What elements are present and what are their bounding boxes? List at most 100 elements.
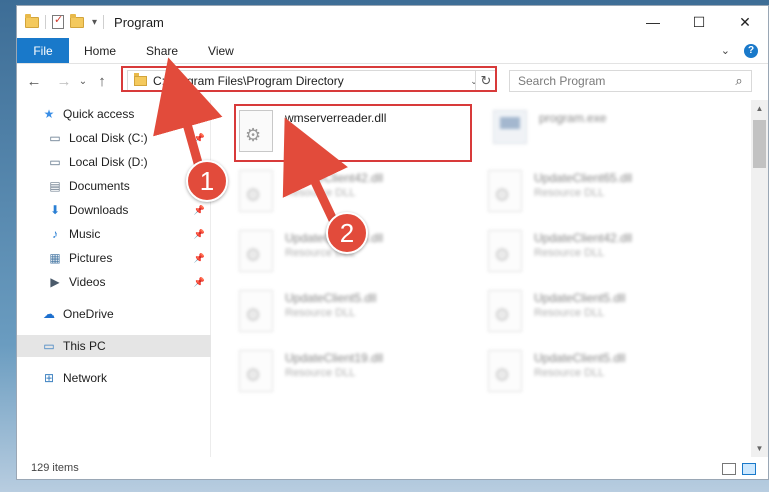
search-box[interactable]: ⌕ [509, 70, 752, 92]
dll-file-icon [239, 230, 273, 272]
minimize-button[interactable]: — [630, 6, 676, 38]
forward-icon[interactable]: → [53, 73, 75, 90]
sidebar-item-onedrive[interactable]: ☁ OneDrive [17, 303, 211, 325]
music-icon: ♪ [52, 227, 58, 241]
window-controls: — ☐ ✕ [630, 6, 768, 38]
sidebar-item-local-disk-d[interactable]: ▭ Local Disk (D:) [17, 151, 211, 173]
new-folder-icon[interactable] [70, 13, 84, 28]
sidebar-item-documents[interactable]: ▤ Documents [17, 175, 211, 197]
dll-file-icon [239, 350, 273, 392]
tab-home[interactable]: Home [69, 38, 131, 63]
close-button[interactable]: ✕ [722, 6, 768, 38]
vertical-scrollbar[interactable]: ▲ ▼ [751, 100, 768, 457]
tab-file[interactable]: File [17, 38, 69, 63]
toolbar-separator [103, 15, 105, 29]
sidebar-item-local-disk-c[interactable]: ▭ Local Disk (C:) 📌 [17, 127, 211, 149]
step-badge-1: 1 [186, 160, 228, 202]
file-type: Resource DLL [285, 367, 356, 379]
drive-icon: ▭ [49, 155, 61, 169]
sidebar-item-label: Local Disk (D:) [69, 155, 148, 169]
file-type: Resource DLL [534, 187, 605, 199]
file-name: UpdateClient42.dll [534, 231, 633, 245]
file-name: program.exe [539, 111, 607, 125]
dll-file-icon [239, 290, 273, 332]
step-badge-2: 2 [326, 212, 368, 254]
file-type: Resource DLL [285, 187, 356, 199]
toolbar-separator [45, 15, 46, 29]
dll-file-icon [488, 230, 522, 272]
large-icons-view-icon[interactable] [742, 463, 756, 475]
item-count: 129 items [31, 462, 79, 474]
sidebar-item-pictures[interactable]: ▦ Pictures 📌 [17, 247, 211, 269]
expand-ribbon-icon[interactable]: ⌄ [721, 44, 730, 57]
computer-icon: ▭ [43, 339, 55, 353]
search-input[interactable] [518, 74, 727, 88]
view-switcher [722, 463, 756, 475]
file-item-program-exe[interactable]: program.exe [493, 110, 723, 160]
sidebar-item-label: OneDrive [63, 307, 114, 321]
properties-icon[interactable] [52, 13, 64, 29]
tab-share[interactable]: Share [131, 38, 193, 63]
file-item[interactable]: UpdateClient65.dll Resource DLL [488, 170, 718, 220]
dll-file-icon [239, 170, 273, 212]
sidebar-item-label: Music [69, 227, 101, 241]
drive-icon: ▭ [49, 131, 61, 145]
sidebar-item-this-pc[interactable]: ▭ This PC [17, 335, 211, 357]
file-name: UpdateClient5.dll [534, 351, 626, 365]
pin-icon[interactable]: 📌 [194, 133, 205, 144]
dll-file-icon [488, 170, 522, 212]
scroll-down-icon[interactable]: ▼ [751, 440, 768, 457]
back-icon[interactable]: ← [23, 73, 45, 90]
tab-view[interactable]: View [193, 38, 249, 63]
pin-icon[interactable]: 📌 [194, 229, 205, 240]
sidebar-item-downloads[interactable]: ⬇ Downloads 📌 [17, 199, 211, 221]
details-view-icon[interactable] [722, 463, 736, 475]
sidebar-item-music[interactable]: ♪ Music 📌 [17, 223, 211, 245]
pictures-icon: ▦ [49, 251, 61, 265]
status-bar: 129 items [17, 457, 768, 479]
ribbon-tabs: File Home Share View ⌄ ? [17, 38, 768, 64]
file-type: Resource DLL [534, 307, 605, 319]
scroll-up-icon[interactable]: ▲ [751, 100, 768, 117]
pin-icon[interactable]: 📌 [194, 253, 205, 264]
navigation-pane: ★ Quick access ▭ Local Disk (C:) 📌 ▭ Loc… [17, 100, 211, 457]
recent-locations-icon[interactable]: ⌄ [75, 76, 91, 87]
dll-file-icon [488, 290, 522, 332]
maximize-button[interactable]: ☐ [676, 6, 722, 38]
network-icon: ⊞ [43, 371, 55, 385]
sidebar-item-label: Pictures [69, 251, 113, 265]
pin-icon[interactable]: 📌 [194, 205, 205, 216]
download-icon: ⬇ [49, 203, 61, 217]
sidebar-item-label: This PC [63, 339, 106, 353]
sidebar-item-videos[interactable]: ▶ Videos 📌 [17, 271, 211, 293]
up-icon[interactable]: ↑ [91, 73, 113, 90]
window-title: Program [114, 14, 164, 30]
pin-icon[interactable]: 📌 [194, 277, 205, 288]
sidebar-item-label: Quick access [63, 107, 135, 121]
file-name: UpdateClient65.dll [534, 171, 633, 185]
file-name: UpdateClient5.dll [534, 291, 626, 305]
sidebar-item-quick-access[interactable]: ★ Quick access [17, 103, 211, 125]
file-item[interactable]: UpdateClient19.dll Resource DLL [239, 350, 469, 400]
file-name: UpdateClient19.dll [285, 351, 384, 365]
cloud-icon: ☁ [43, 307, 55, 321]
customize-toolbar-icon[interactable]: ▾ [92, 17, 97, 28]
sidebar-item-label: Documents [69, 179, 130, 193]
exe-file-icon [493, 110, 527, 144]
ribbon-controls: ⌄ ? [721, 38, 768, 63]
scroll-thumb[interactable] [753, 120, 766, 168]
file-item[interactable]: UpdateClient5.dll Resource DLL [488, 350, 718, 400]
title-bar: ▾ Program — ☐ ✕ [17, 6, 768, 38]
address-bar-highlight [121, 66, 497, 92]
help-icon[interactable]: ? [744, 43, 758, 58]
search-icon[interactable]: ⌕ [727, 73, 751, 89]
file-item[interactable]: UpdateClient5.dll Resource DLL [239, 290, 469, 340]
file-name: UpdateClient5.dll [285, 291, 377, 305]
file-item[interactable]: UpdateClient42.dll Resource DLL [488, 230, 718, 280]
file-item[interactable]: UpdateClient5.dll Resource DLL [488, 290, 718, 340]
file-type: Resource DLL [534, 247, 605, 259]
file-type: Resource DLL [534, 367, 605, 379]
videos-icon: ▶ [50, 275, 60, 289]
sidebar-item-label: Local Disk (C:) [69, 131, 148, 145]
sidebar-item-network[interactable]: ⊞ Network [17, 367, 211, 389]
